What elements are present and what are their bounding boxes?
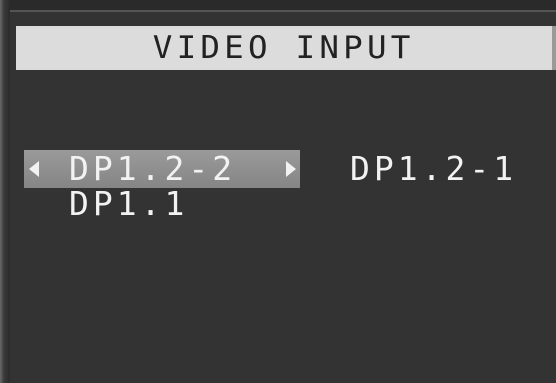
osd-screen: VIDEO INPUT DP1.2-2 DP1.2-1 DP1.1	[10, 10, 556, 383]
triangle-right-icon[interactable]	[286, 161, 296, 177]
input-option-dp1-1[interactable]: DP1.1	[69, 186, 188, 222]
input-option-dp1-2-2[interactable]: DP1.2-2	[24, 150, 300, 188]
monitor-bezel: VIDEO INPUT DP1.2-2 DP1.2-1 DP1.1	[0, 0, 556, 383]
osd-title-bar: VIDEO INPUT	[16, 26, 556, 70]
input-option-label: DP1.2-2	[69, 149, 237, 188]
input-option-dp1-2-1[interactable]: DP1.2-1	[350, 151, 517, 187]
osd-title: VIDEO INPUT	[153, 30, 415, 66]
triangle-left-icon[interactable]	[29, 161, 39, 177]
